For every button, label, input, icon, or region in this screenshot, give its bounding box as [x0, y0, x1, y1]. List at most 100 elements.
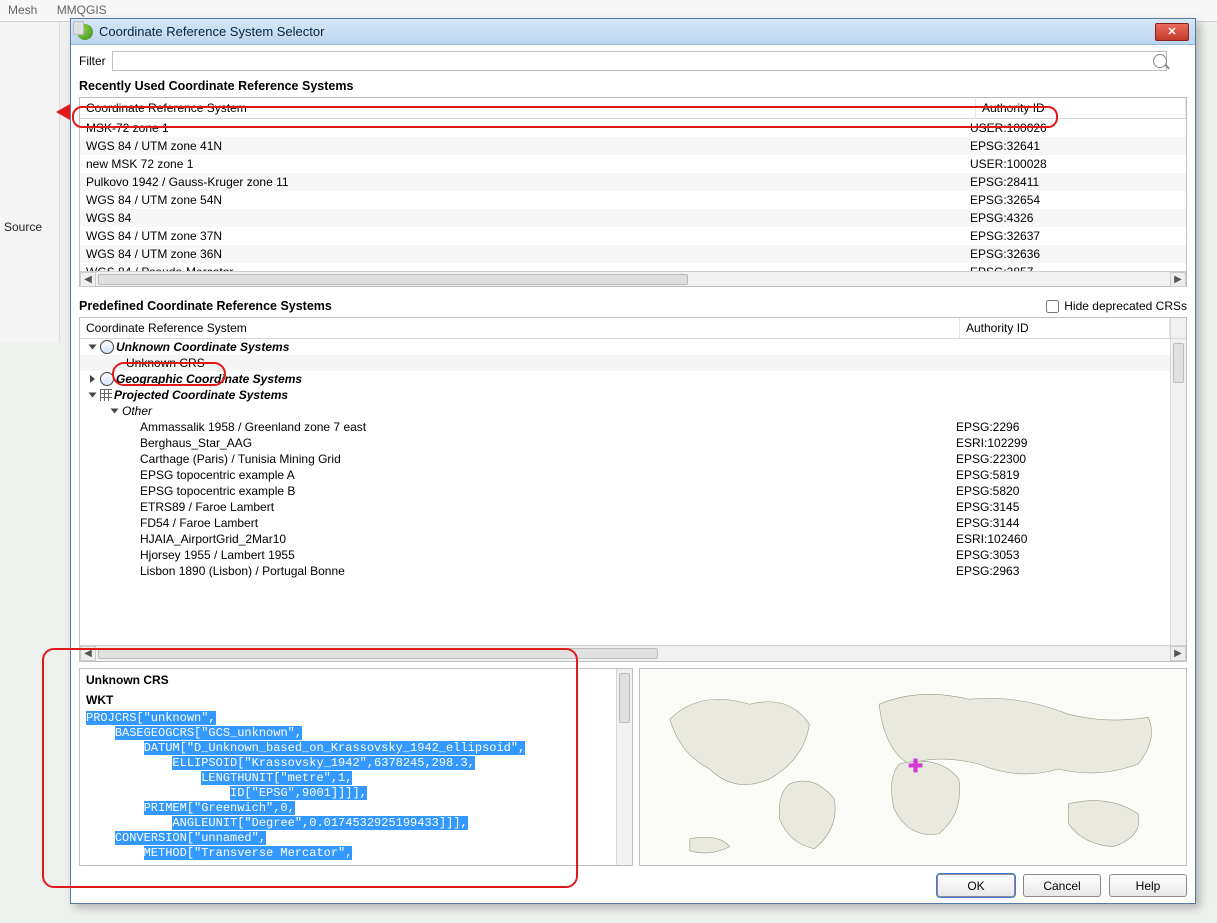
predefined-heading: Predefined Coordinate Reference Systems	[79, 299, 332, 313]
recent-row-auth: EPSG:28411	[970, 175, 1180, 189]
recent-row[interactable]: WGS 84 / UTM zone 41NEPSG:32641	[80, 137, 1186, 155]
tree-row[interactable]: ETRS89 / Faroe LambertEPSG:3145	[80, 499, 1170, 515]
tree-row[interactable]: Berghaus_Star_AAG ESRI:102299	[80, 435, 1170, 451]
host-source-label: Source	[4, 220, 42, 234]
filter-label: Filter	[79, 54, 106, 68]
tree-item-auth: EPSG:5819	[956, 468, 1166, 482]
expand-icon[interactable]	[89, 345, 97, 350]
tree-item-auth: ESRI:102299	[956, 436, 1166, 450]
recent-row-auth: USER:100028	[970, 157, 1180, 171]
menu-mmqgis[interactable]: MMQGIS	[57, 3, 107, 17]
tree-row[interactable]: Unknown Coordinate Systems	[80, 339, 1170, 355]
search-icon	[1153, 54, 1167, 68]
help-button[interactable]: Help	[1109, 874, 1187, 897]
globe-icon	[100, 372, 114, 386]
recent-hscroll[interactable]: ◀ ▶	[80, 271, 1186, 286]
tree-row[interactable]: Projected Coordinate Systems	[80, 387, 1170, 403]
tree-item-label: Berghaus_Star_AAG	[140, 436, 252, 450]
tree-hscroll[interactable]: ◀ ▶	[80, 645, 1186, 661]
tree-item-auth: EPSG:3053	[956, 548, 1166, 562]
tree-item-auth: EPSG:5820	[956, 484, 1166, 498]
recent-heading: Recently Used Coordinate Reference Syste…	[79, 79, 1187, 93]
tree-item-label: Lisbon 1890 (Lisbon) / Portugal Bonne	[140, 564, 345, 578]
tree-row[interactable]: Lisbon 1890 (Lisbon) / Portugal Bonne EPS…	[80, 563, 1170, 579]
recent-list: Coordinate Reference System Authority ID…	[79, 97, 1187, 287]
wkt-text[interactable]: PROJCRS["unknown", BASEGEOGCRS["GCS_unkn…	[86, 711, 628, 861]
filter-input[interactable]	[112, 51, 1167, 71]
tree-item-label: FD54 / Faroe Lambert	[140, 516, 258, 530]
tree-vscroll[interactable]	[1170, 339, 1186, 645]
tree-row[interactable]: Other	[80, 403, 1170, 419]
tree-item-auth: ESRI:102460	[956, 532, 1166, 546]
close-button[interactable]: ✕	[1155, 23, 1189, 41]
tree-item-auth: EPSG:3145	[956, 500, 1166, 514]
recent-row-name: WGS 84 / UTM zone 36N	[86, 247, 970, 261]
tree-item-label: EPSG topocentric example B	[140, 484, 295, 498]
tree-row[interactable]: Geographic Coordinate Systems	[80, 371, 1170, 387]
tree-item-label: Carthage (Paris) / Tunisia Mining Grid	[140, 452, 341, 466]
dialog-title: Coordinate Reference System Selector	[99, 24, 1155, 39]
wkt-crs-name: Unknown CRS	[86, 673, 628, 687]
tree-item-label: HJAIA_AirportGrid_2Mar10	[140, 532, 286, 546]
grid-icon	[100, 389, 112, 401]
recent-row[interactable]: Pulkovo 1942 / Gauss-Kruger zone 11EPSG:…	[80, 173, 1186, 191]
recent-row[interactable]: MSK-72 zone 1USER:100026	[80, 119, 1186, 137]
recent-row[interactable]: WGS 84 / Pseudo-MercatorEPSG:3857	[80, 263, 1186, 271]
tree-row[interactable]: Carthage (Paris) / Tunisia Mining Grid EP…	[80, 451, 1170, 467]
tree-row[interactable]: FD54 / Faroe Lambert EPSG:3144	[80, 515, 1170, 531]
recent-row-auth: USER:100026	[970, 121, 1180, 135]
predefined-tree: Coordinate Reference System Authority ID…	[79, 317, 1187, 662]
tree-item-label: Hjorsey 1955 / Lambert 1955	[140, 548, 295, 562]
tree-item-auth: EPSG:3144	[956, 516, 1166, 530]
recent-row-name: new MSK 72 zone 1	[86, 157, 970, 171]
expand-icon[interactable]	[90, 375, 95, 383]
tree-row[interactable]: HJAIA_AirportGrid_2Mar10 ESRI:102460	[80, 531, 1170, 547]
recent-row-name: MSK-72 zone 1	[86, 121, 970, 135]
dialog-button-bar: OK Cancel Help	[79, 874, 1187, 897]
recent-col-auth[interactable]: Authority ID	[976, 98, 1186, 118]
tree-item-label: EPSG topocentric example A	[140, 468, 295, 482]
wkt-vscroll[interactable]	[616, 669, 632, 865]
expand-icon[interactable]	[111, 409, 119, 414]
wkt-label: WKT	[86, 693, 628, 707]
menu-mesh[interactable]: Mesh	[8, 3, 37, 17]
tree-item-label: Unknown CRS	[126, 356, 205, 370]
tree-col-crs[interactable]: Coordinate Reference System	[80, 318, 960, 338]
tree-row[interactable]: Ammassalik 1958 / Greenland zone 7 east E…	[80, 419, 1170, 435]
globe-icon	[100, 340, 114, 354]
crs-origin-marker-icon: ✚	[908, 757, 923, 775]
tree-item-auth: EPSG:2296	[956, 420, 1166, 434]
tree-item-label: Ammassalik 1958 / Greenland zone 7 east	[140, 420, 366, 434]
tree-row[interactable]: EPSG topocentric example A EPSG:5819	[80, 467, 1170, 483]
recent-row-name: Pulkovo 1942 / Gauss-Kruger zone 11	[86, 175, 970, 189]
hide-deprecated-checkbox[interactable]: Hide deprecated CRSs	[1046, 299, 1187, 313]
wkt-pane: Unknown CRS WKT PROJCRS["unknown", BASEG…	[79, 668, 633, 866]
world-map-preview: ✚	[639, 668, 1187, 866]
recent-row[interactable]: WGS 84 / UTM zone 54NEPSG:32654	[80, 191, 1186, 209]
crs-selector-dialog: Coordinate Reference System Selector ✕ F…	[70, 18, 1196, 904]
host-toolbar	[0, 22, 60, 342]
tree-row-unknown-crs[interactable]: Unknown CRS	[80, 355, 1170, 371]
recent-row-name: WGS 84 / UTM zone 54N	[86, 193, 970, 207]
recent-row[interactable]: WGS 84 / UTM zone 37NEPSG:32637	[80, 227, 1186, 245]
ok-button[interactable]: OK	[937, 874, 1015, 897]
recent-row[interactable]: WGS 84 / UTM zone 36NEPSG:32636	[80, 245, 1186, 263]
tree-row[interactable]: Hjorsey 1955 / Lambert 1955 EPSG:3053	[80, 547, 1170, 563]
tree-row[interactable]: EPSG topocentric example B EPSG:5820	[80, 483, 1170, 499]
tree-item-auth: EPSG:22300	[956, 452, 1166, 466]
recent-row[interactable]: WGS 84EPSG:4326	[80, 209, 1186, 227]
tree-col-auth[interactable]: Authority ID	[960, 318, 1170, 338]
scroll-right-icon[interactable]: ▶	[1170, 272, 1186, 287]
hide-deprecated-input[interactable]	[1046, 300, 1059, 313]
expand-icon[interactable]	[89, 393, 97, 398]
tree-item-auth: EPSG:2963	[956, 564, 1166, 578]
recent-col-crs[interactable]: Coordinate Reference System	[80, 98, 976, 118]
scroll-left-icon[interactable]: ◀	[80, 646, 96, 661]
scroll-right-icon[interactable]: ▶	[1170, 646, 1186, 661]
cancel-button[interactable]: Cancel	[1023, 874, 1101, 897]
recent-row[interactable]: new MSK 72 zone 1USER:100028	[80, 155, 1186, 173]
titlebar[interactable]: Coordinate Reference System Selector ✕	[71, 19, 1195, 45]
recent-row-auth: EPSG:4326	[970, 211, 1180, 225]
recent-row-name: WGS 84 / UTM zone 37N	[86, 229, 970, 243]
scroll-left-icon[interactable]: ◀	[80, 272, 96, 287]
